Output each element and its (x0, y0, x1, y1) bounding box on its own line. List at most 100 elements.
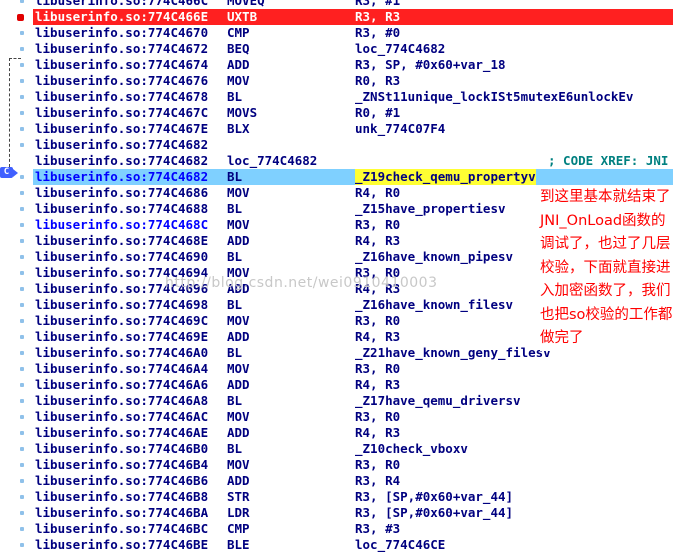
operands[interactable]: R3, [SP,#0x60+var_44] (355, 489, 513, 505)
operands[interactable]: _Z16have_known_filesv (355, 297, 513, 313)
operands[interactable]: R4, R3 (355, 425, 400, 441)
code-line[interactable]: libuserinfo.so:774C46BA LDR R3, [SP,#0x60+… (33, 505, 673, 521)
code-line[interactable]: libuserinfo.so:774C46BC CMP R3, #3 (33, 521, 673, 537)
code-line[interactable]: libuserinfo.so:774C46AC MOV R3, R0 (33, 409, 673, 425)
line-dot-icon[interactable] (20, 31, 24, 35)
line-dot-icon[interactable] (20, 47, 24, 51)
line-dot-icon[interactable] (20, 463, 24, 467)
operands[interactable]: loc_774C46CE (355, 537, 445, 553)
line-dot-icon[interactable] (20, 0, 24, 3)
line-dot-icon[interactable] (20, 207, 24, 211)
code-line[interactable]: libuserinfo.so:774C46A8 BL _Z17have_qemu_d… (33, 393, 673, 409)
jump-arrow-line (9, 58, 10, 172)
line-dot-icon[interactable] (20, 479, 24, 483)
line-dot-icon[interactable] (20, 271, 24, 275)
line-dot-icon[interactable] (20, 431, 24, 435)
line-dot-icon[interactable] (20, 543, 24, 547)
operands[interactable]: _Z19check_qemu_propertyv (355, 169, 536, 185)
code-line[interactable]: libuserinfo.so:774C46B6 ADD R3, R4 (33, 473, 673, 489)
code-line[interactable]: libuserinfo.so:774C4682 (33, 137, 673, 153)
gutter[interactable]: C (0, 0, 33, 553)
code-line[interactable]: libuserinfo.so:774C46BE BLE loc_774C46CE (33, 537, 673, 553)
operands[interactable]: R3, SP, #0x60+var_18 (355, 57, 506, 73)
operands[interactable]: _Z17have_qemu_driversv (355, 393, 521, 409)
code-line[interactable]: libuserinfo.so:774C4672 BEQ loc_774C4682 (33, 41, 673, 57)
code-line[interactable]: libuserinfo.so:774C466C MOVEQ R3, #1 (33, 0, 673, 9)
operands[interactable]: R3, [SP,#0x60+var_44] (355, 505, 513, 521)
line-dot-icon[interactable] (20, 319, 24, 323)
operands[interactable]: _Z10check_vboxv (355, 441, 468, 457)
code-line[interactable]: libuserinfo.so:774C4682 loc_774C4682 ; COD… (33, 153, 673, 169)
operands[interactable]: R3, #0 (355, 25, 400, 41)
code-line[interactable]: libuserinfo.so:774C46B0 BL _Z10check_vboxv (33, 441, 673, 457)
operands[interactable]: R3, R3 (355, 9, 400, 25)
line-dot-icon[interactable] (20, 255, 24, 259)
operands[interactable]: R0, R3 (355, 73, 400, 89)
line-address: libuserinfo.so:774C4670 (35, 25, 209, 40)
operands[interactable]: R3, R4 (355, 473, 400, 489)
line-dot-icon[interactable] (20, 511, 24, 515)
line-address: libuserinfo.so:774C4674 (35, 57, 209, 72)
line-dot-icon[interactable] (20, 335, 24, 339)
operands[interactable]: R3, R0 (355, 361, 400, 377)
breakpoint-icon[interactable] (17, 14, 24, 21)
operands[interactable]: R0, #1 (355, 105, 400, 121)
line-dot-icon[interactable] (20, 415, 24, 419)
line-dot-icon[interactable] (20, 239, 24, 243)
operands[interactable]: R3, R0 (355, 457, 400, 473)
mnemonic: BL (227, 345, 243, 360)
operands[interactable]: _Z21have_known_geny_filesv (355, 345, 551, 361)
line-dot-icon[interactable] (20, 367, 24, 371)
line-dot-icon[interactable] (20, 287, 24, 291)
operands[interactable]: R3, R0 (355, 217, 400, 233)
code-line[interactable]: libuserinfo.so:774C467E BLX unk_774C07F4 (33, 121, 673, 137)
line-address: libuserinfo.so:774C4676 (35, 73, 209, 88)
watermark: http://blog.csdn.net/wei0910410003 (165, 275, 438, 291)
line-dot-icon[interactable] (20, 175, 24, 179)
line-dot-icon[interactable] (20, 63, 24, 67)
code-line[interactable]: libuserinfo.so:774C46A4 MOV R3, R0 (33, 361, 673, 377)
code-line[interactable]: libuserinfo.so:774C4676 MOV R0, R3 (33, 73, 673, 89)
operands[interactable]: _Z15have_propertiesv (355, 201, 506, 217)
operands[interactable]: _ZNSt11unique_lockISt5mutexE6unlockEv (355, 89, 633, 105)
line-dot-icon[interactable] (20, 95, 24, 99)
operands[interactable]: R3, R0 (355, 409, 400, 425)
line-dot-icon[interactable] (20, 223, 24, 227)
code-line[interactable]: libuserinfo.so:774C4670 CMP R3, #0 (33, 25, 673, 41)
operands[interactable]: R3, #3 (355, 521, 400, 537)
line-dot-icon[interactable] (20, 351, 24, 355)
line-dot-icon[interactable] (20, 143, 24, 147)
line-dot-icon[interactable] (20, 191, 24, 195)
code-line[interactable]: libuserinfo.so:774C46AE ADD R4, R3 (33, 425, 673, 441)
line-dot-icon[interactable] (20, 447, 24, 451)
code-line[interactable]: libuserinfo.so:774C46B8 STR R3, [SP,#0x60+… (33, 489, 673, 505)
operands[interactable]: _Z16have_known_pipesv (355, 249, 513, 265)
code-line[interactable]: libuserinfo.so:774C466E UXTB R3, R3 (33, 9, 673, 25)
line-dot-icon[interactable] (20, 399, 24, 403)
code-line[interactable]: libuserinfo.so:774C46A6 ADD R4, R3 (33, 377, 673, 393)
line-dot-icon[interactable] (20, 527, 24, 531)
code-line[interactable]: libuserinfo.so:774C4678 BL _ZNSt11unique_l… (33, 89, 673, 105)
operands[interactable]: R4, R3 (355, 233, 400, 249)
mnemonic: CMP (227, 521, 250, 536)
operands[interactable]: R3, #1 (355, 0, 400, 9)
line-dot-icon[interactable] (20, 383, 24, 387)
line-dot-icon[interactable] (20, 127, 24, 131)
xref-marker-icon[interactable]: C (0, 167, 13, 178)
mnemonic: MOV (227, 217, 250, 232)
operands[interactable]: R3, R0 (355, 313, 400, 329)
code-line[interactable]: libuserinfo.so:774C4674 ADD R3, SP, #0x60+… (33, 57, 673, 73)
line-dot-icon[interactable] (20, 495, 24, 499)
code-line[interactable]: libuserinfo.so:774C46B4 MOV R3, R0 (33, 457, 673, 473)
operands[interactable]: R4, R3 (355, 377, 400, 393)
operands[interactable]: unk_774C07F4 (355, 121, 445, 137)
operands[interactable]: R4, R0 (355, 185, 400, 201)
line-dot-icon[interactable] (20, 79, 24, 83)
line-dot-icon[interactable] (20, 111, 24, 115)
code-line[interactable]: libuserinfo.so:774C4682 BL _Z19check_qemu_… (33, 169, 673, 185)
operands[interactable]: loc_774C4682 (355, 41, 445, 57)
line-address: libuserinfo.so:774C466E (35, 9, 209, 24)
code-line[interactable]: libuserinfo.so:774C467C MOVS R0, #1 (33, 105, 673, 121)
line-dot-icon[interactable] (20, 303, 24, 307)
operands[interactable]: R4, R3 (355, 329, 400, 345)
